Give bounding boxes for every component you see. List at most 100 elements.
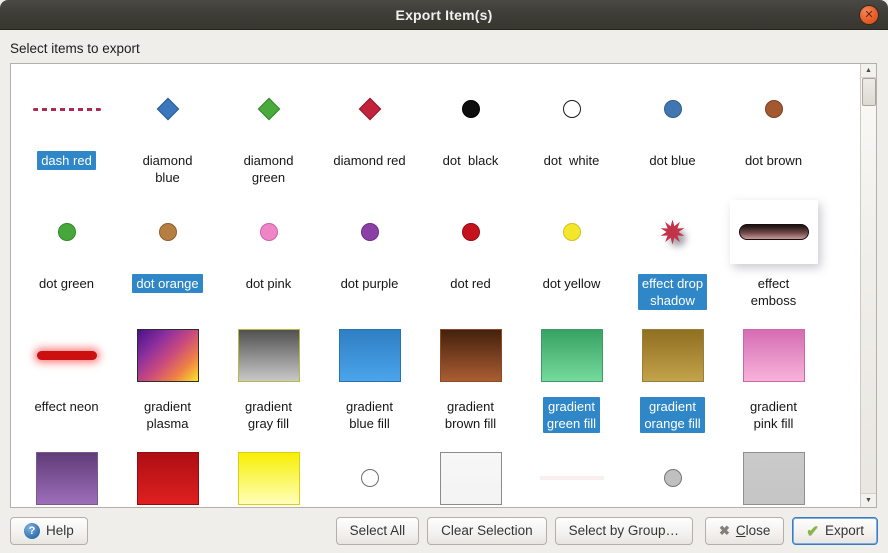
style-item[interactable]: effect drop shadow bbox=[622, 194, 723, 317]
style-item-thumbnail bbox=[218, 317, 319, 393]
symbol-wrapper bbox=[660, 220, 685, 245]
style-item[interactable] bbox=[16, 440, 117, 508]
label-area: dot red bbox=[446, 270, 494, 317]
scrollbar-thumb[interactable] bbox=[862, 78, 876, 106]
export-button-label: Export bbox=[825, 523, 864, 538]
style-item-thumbnail bbox=[622, 71, 723, 147]
dot-brown-symbol-icon bbox=[765, 100, 783, 118]
style-item[interactable]: dot blue bbox=[622, 71, 723, 194]
swatch-symbol-icon bbox=[743, 452, 805, 505]
style-item-thumbnail bbox=[319, 194, 420, 270]
style-item[interactable]: gradient pink fill bbox=[723, 317, 824, 440]
style-item[interactable] bbox=[622, 440, 723, 508]
swatch-symbol-icon bbox=[36, 452, 98, 505]
style-item[interactable]: gradient blue fill bbox=[319, 317, 420, 440]
titlebar[interactable]: Export Item(s) ✕ bbox=[0, 0, 888, 30]
select-all-button[interactable]: Select All bbox=[336, 517, 420, 545]
style-item[interactable] bbox=[521, 440, 622, 508]
style-item-label: diamond red bbox=[329, 151, 409, 170]
clear-selection-button[interactable]: Clear Selection bbox=[427, 517, 547, 545]
style-items-grid: dash red diamond blue diamond green diamond… bbox=[11, 64, 824, 508]
dot-blue-symbol-icon bbox=[664, 100, 682, 118]
style-item[interactable]: dot yellow bbox=[521, 194, 622, 317]
style-item-thumbnail bbox=[16, 317, 117, 393]
style-item-thumbnail bbox=[319, 440, 420, 508]
style-item-thumbnail bbox=[117, 317, 218, 393]
scrollbar-up-button[interactable]: ▲ bbox=[861, 64, 876, 78]
label-area: diamond blue bbox=[139, 147, 197, 194]
style-item-label: dot black bbox=[439, 151, 503, 170]
style-item[interactable]: gradient brown fill bbox=[420, 317, 521, 440]
style-item-label: gradient brown fill bbox=[441, 397, 500, 433]
style-item[interactable]: dot purple bbox=[319, 194, 420, 317]
select-by-group-button[interactable]: Select by Group… bbox=[555, 517, 693, 545]
window-close-button[interactable]: ✕ bbox=[859, 5, 879, 25]
style-item-thumbnail bbox=[622, 440, 723, 508]
help-button[interactable]: ? Help bbox=[10, 517, 88, 545]
style-item-thumbnail bbox=[622, 317, 723, 393]
gradient-plasma-symbol-icon bbox=[137, 329, 199, 382]
style-item[interactable]: gradient plasma bbox=[117, 317, 218, 440]
style-item-thumbnail bbox=[521, 440, 622, 508]
style-item-label: gradient plasma bbox=[140, 397, 195, 433]
gradient-blue-fill-symbol-icon bbox=[339, 329, 401, 382]
symbol-wrapper bbox=[642, 329, 704, 382]
symbol-wrapper bbox=[339, 329, 401, 382]
style-item[interactable]: gradient green fill bbox=[521, 317, 622, 440]
style-item[interactable]: gradient orange fill bbox=[622, 317, 723, 440]
style-item[interactable] bbox=[117, 440, 218, 508]
vertical-scrollbar[interactable]: ▲ ▼ bbox=[860, 64, 876, 507]
dot-green-symbol-icon bbox=[58, 223, 76, 241]
style-item[interactable] bbox=[420, 440, 521, 508]
symbol-wrapper bbox=[462, 100, 480, 118]
dash-red-symbol-icon bbox=[33, 108, 101, 111]
symbol-wrapper bbox=[137, 452, 199, 505]
style-item[interactable]: dot pink bbox=[218, 194, 319, 317]
label-area: effect emboss bbox=[747, 270, 801, 317]
label-area: gradient green fill bbox=[543, 393, 600, 440]
style-item[interactable]: dash red bbox=[16, 71, 117, 194]
style-item-label: effect emboss bbox=[747, 274, 801, 310]
scrollbar-down-button[interactable]: ▼ bbox=[861, 493, 876, 507]
style-item[interactable]: effect neon bbox=[16, 317, 117, 440]
style-items-listview[interactable]: dash red diamond blue diamond green diamond… bbox=[10, 63, 877, 508]
symbol-wrapper bbox=[36, 452, 98, 505]
style-item-thumbnail bbox=[319, 71, 420, 147]
style-item[interactable]: gradient gray fill bbox=[218, 317, 319, 440]
style-item[interactable]: diamond blue bbox=[117, 71, 218, 194]
style-item-label: gradient green fill bbox=[543, 397, 600, 433]
style-item-label: dot red bbox=[446, 274, 494, 293]
style-item[interactable] bbox=[218, 440, 319, 508]
style-item[interactable] bbox=[723, 440, 824, 508]
style-item[interactable] bbox=[319, 440, 420, 508]
symbol-wrapper bbox=[664, 469, 682, 487]
style-item-thumbnail bbox=[218, 71, 319, 147]
style-item-thumbnail bbox=[723, 194, 824, 270]
style-item[interactable]: dot black bbox=[420, 71, 521, 194]
dot-yellow-symbol-icon bbox=[563, 223, 581, 241]
window-title: Export Item(s) bbox=[396, 7, 493, 23]
style-item[interactable]: dot brown bbox=[723, 71, 824, 194]
export-button[interactable]: ✔ Export bbox=[792, 517, 878, 545]
close-button[interactable]: ✖ Close bbox=[705, 517, 784, 545]
style-item[interactable]: diamond red bbox=[319, 71, 420, 194]
style-item[interactable]: dot white bbox=[521, 71, 622, 194]
style-item[interactable]: dot orange bbox=[117, 194, 218, 317]
dot-purple-symbol-icon bbox=[361, 223, 379, 241]
label-area: dot black bbox=[439, 147, 503, 194]
style-item-thumbnail bbox=[16, 440, 117, 508]
style-item[interactable]: effect emboss bbox=[723, 194, 824, 317]
label-area: diamond green bbox=[240, 147, 298, 194]
style-item-label: gradient pink fill bbox=[746, 397, 801, 433]
close-button-label: Close bbox=[736, 523, 771, 538]
symbol-wrapper bbox=[238, 452, 300, 505]
style-item[interactable]: diamond green bbox=[218, 71, 319, 194]
symbol-wrapper bbox=[440, 329, 502, 382]
swatch-symbol-icon bbox=[238, 452, 300, 505]
symbol-wrapper bbox=[160, 101, 176, 117]
symbol-wrapper bbox=[730, 200, 818, 264]
label-area: gradient pink fill bbox=[746, 393, 801, 440]
symbol-wrapper bbox=[540, 476, 604, 480]
style-item[interactable]: dot red bbox=[420, 194, 521, 317]
style-item[interactable]: dot green bbox=[16, 194, 117, 317]
